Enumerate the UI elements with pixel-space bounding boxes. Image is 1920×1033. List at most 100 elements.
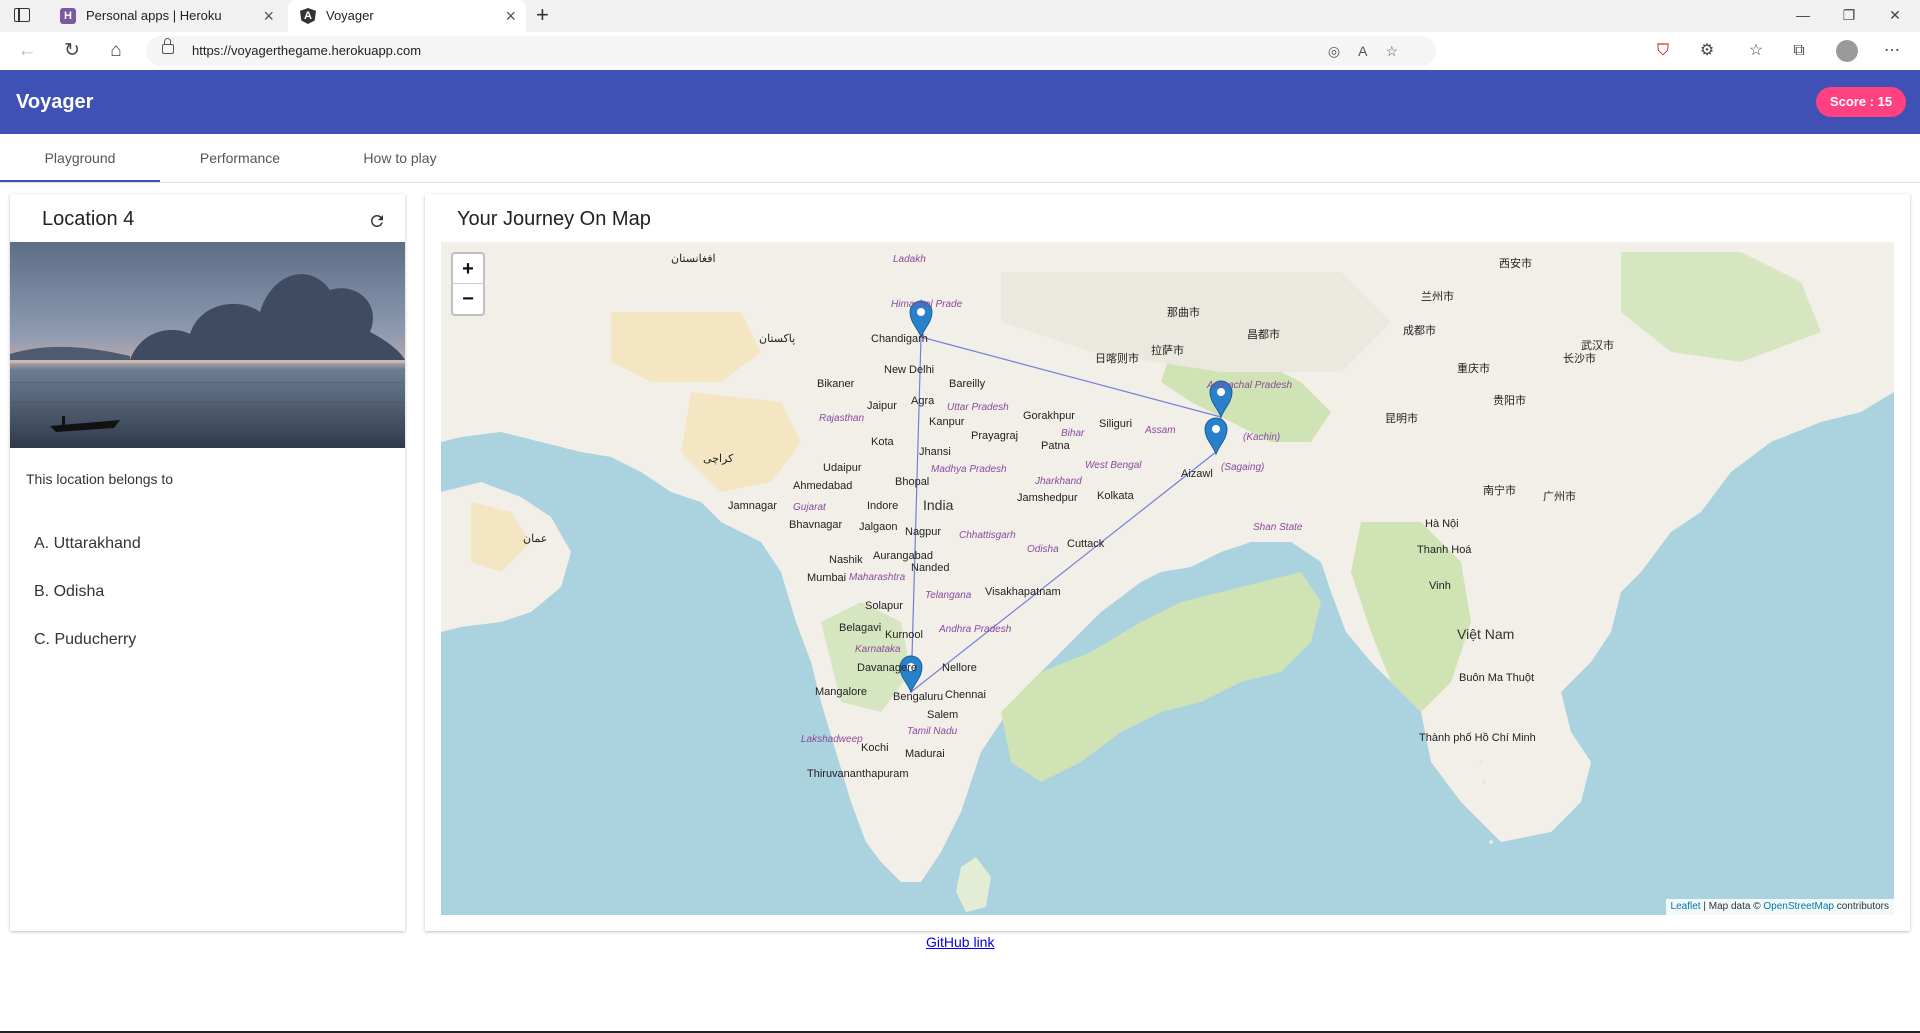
window-close-icon[interactable]: ✕ — [1872, 0, 1918, 30]
favorites-icon[interactable]: ☆ — [1742, 32, 1770, 70]
heroku-icon: H — [60, 8, 76, 24]
map-label: New Delhi — [884, 364, 935, 376]
map-label: Agra — [911, 395, 935, 407]
map-label: 昆明市 — [1385, 413, 1418, 425]
address-actions: ◎A☆ — [1328, 36, 1416, 66]
map-label: کراچی — [703, 453, 734, 465]
minimize-icon[interactable]: — — [1780, 0, 1826, 30]
location-title: Location 4 — [42, 208, 135, 230]
map-label: Kolkata — [1097, 490, 1134, 502]
tab-playground[interactable]: Playground — [0, 134, 160, 182]
map-label: Uttar Pradesh — [947, 402, 1009, 413]
zoom-out-button[interactable]: − — [453, 284, 483, 314]
map-label: Jaipur — [867, 400, 897, 412]
map-label: 西安市 — [1499, 258, 1532, 270]
location-card: Location 4 This location belongs to A. U… — [10, 194, 405, 931]
map-label: Jamnagar — [728, 500, 777, 512]
restore-icon[interactable]: ❐ — [1826, 0, 1872, 30]
map-label: Ladakh — [893, 254, 926, 265]
map-label: Indore — [867, 500, 899, 512]
app-tabs: Playground Performance How to play — [0, 134, 1920, 183]
map-label: Kota — [871, 436, 894, 448]
map-label: Jhansi — [919, 446, 951, 458]
lock-icon — [162, 38, 174, 54]
map-label: عمان — [523, 533, 548, 545]
option-c[interactable]: C. Puducherry — [34, 631, 136, 649]
map-label: Belagavi — [839, 622, 882, 634]
browser-tab-voyager[interactable]: A Voyager × — [288, 0, 526, 32]
refresh-icon[interactable] — [368, 212, 386, 230]
map-label: Davanagere — [857, 662, 917, 674]
map-label: Himachal Prade — [891, 299, 963, 310]
close-icon[interactable]: × — [505, 0, 516, 32]
map-label: Aurangabad — [873, 550, 933, 562]
refresh-page-icon[interactable]: ↻ — [57, 32, 87, 70]
score-badge: Score : 15 — [1816, 87, 1906, 117]
map-label: Bhopal — [895, 476, 930, 488]
tab-how-to-play[interactable]: How to play — [320, 134, 480, 182]
journey-map[interactable]: افغانستان پاکستان Ladakh Himachal Prade … — [441, 242, 1894, 915]
github-link[interactable]: GitHub link — [926, 934, 994, 950]
map-label: Bihar — [1061, 428, 1085, 439]
map-label: Udaipur — [823, 462, 862, 474]
map-label: Thanh Hoá — [1417, 544, 1472, 556]
option-b[interactable]: B. Odisha — [34, 583, 104, 601]
leaflet-link[interactable]: Leaflet — [1671, 901, 1701, 912]
map-label: Kochi — [861, 742, 889, 754]
map-label: 那曲市 — [1167, 307, 1200, 319]
new-tab-icon[interactable]: + — [536, 0, 549, 30]
map-label: Bhavnagar — [789, 519, 843, 531]
location-icon[interactable]: ◎ — [1328, 43, 1358, 59]
browser-tab-heroku[interactable]: H Personal apps | Heroku × — [48, 0, 284, 32]
map-label: Gorakhpur — [1023, 410, 1075, 422]
map-label: 兰州市 — [1421, 291, 1454, 303]
profile-avatar[interactable] — [1836, 40, 1858, 62]
map-label: 南宁市 — [1483, 485, 1516, 497]
map-label: Kanpur — [929, 416, 965, 428]
map-label: 成都市 — [1403, 325, 1436, 337]
zoom-in-button[interactable]: + — [453, 254, 483, 284]
option-a[interactable]: A. Uttarakhand — [34, 535, 141, 553]
map-label: Bikaner — [817, 378, 855, 390]
extensions-icon[interactable]: ⚙ — [1693, 32, 1721, 70]
map-label: Kurnool — [885, 629, 923, 641]
map-label: 日喀则市 — [1095, 353, 1139, 365]
map-label: Bengaluru — [893, 691, 944, 703]
tab-performance[interactable]: Performance — [160, 134, 320, 182]
map-label: Lakshadweep — [801, 734, 863, 745]
url-field[interactable]: https://voyagerthegame.herokuapp.com ◎A☆ — [146, 36, 1436, 66]
map-attribution: Leaflet | Map data © OpenStreetMap contr… — [1665, 899, 1894, 915]
read-aloud-icon[interactable]: A — [1358, 43, 1385, 59]
extension-shield-icon[interactable]: ⛉ — [1649, 32, 1677, 70]
attribution-tail: contributors — [1833, 901, 1889, 912]
url-text[interactable]: https://voyagerthegame.herokuapp.com — [192, 36, 421, 66]
map-label: Jamshedpur — [1017, 492, 1078, 504]
map-label: Jharkhand — [1035, 476, 1082, 487]
more-icon[interactable]: ⋯ — [1878, 32, 1906, 70]
map-label: Assam — [1145, 425, 1176, 436]
map-label: Việt Nam — [1457, 626, 1515, 642]
map-label: Hà Nội — [1425, 518, 1459, 530]
map-label: Madhya Pradesh — [931, 464, 1007, 475]
map-label: Thiruvananthapuram — [807, 768, 909, 780]
map-label: Telangana — [925, 590, 972, 601]
map-label: Madurai — [905, 748, 945, 760]
map-label: Aizawl — [1181, 468, 1213, 480]
map-label: Chennai — [945, 689, 986, 701]
map-label: Visakhapatnam — [985, 586, 1061, 598]
question-text: This location belongs to — [26, 471, 174, 487]
sidebar-toggle-icon[interactable] — [14, 8, 30, 22]
map-label: Chandigarh — [871, 333, 928, 345]
favorite-add-icon[interactable]: ☆ — [1385, 43, 1416, 59]
back-icon[interactable]: ← — [12, 32, 42, 70]
map-label: 昌都市 — [1247, 329, 1280, 341]
map-label: Mangalore — [815, 686, 867, 698]
close-icon[interactable]: × — [263, 0, 274, 32]
location-photo — [10, 242, 405, 448]
osm-link[interactable]: OpenStreetMap — [1763, 901, 1834, 912]
map-label: 广州市 — [1543, 491, 1576, 503]
home-icon[interactable]: ⌂ — [101, 32, 131, 70]
map-label: India — [923, 497, 954, 513]
collections-icon[interactable]: ⧉ — [1785, 32, 1813, 70]
map-label: Gujarat — [793, 502, 826, 513]
